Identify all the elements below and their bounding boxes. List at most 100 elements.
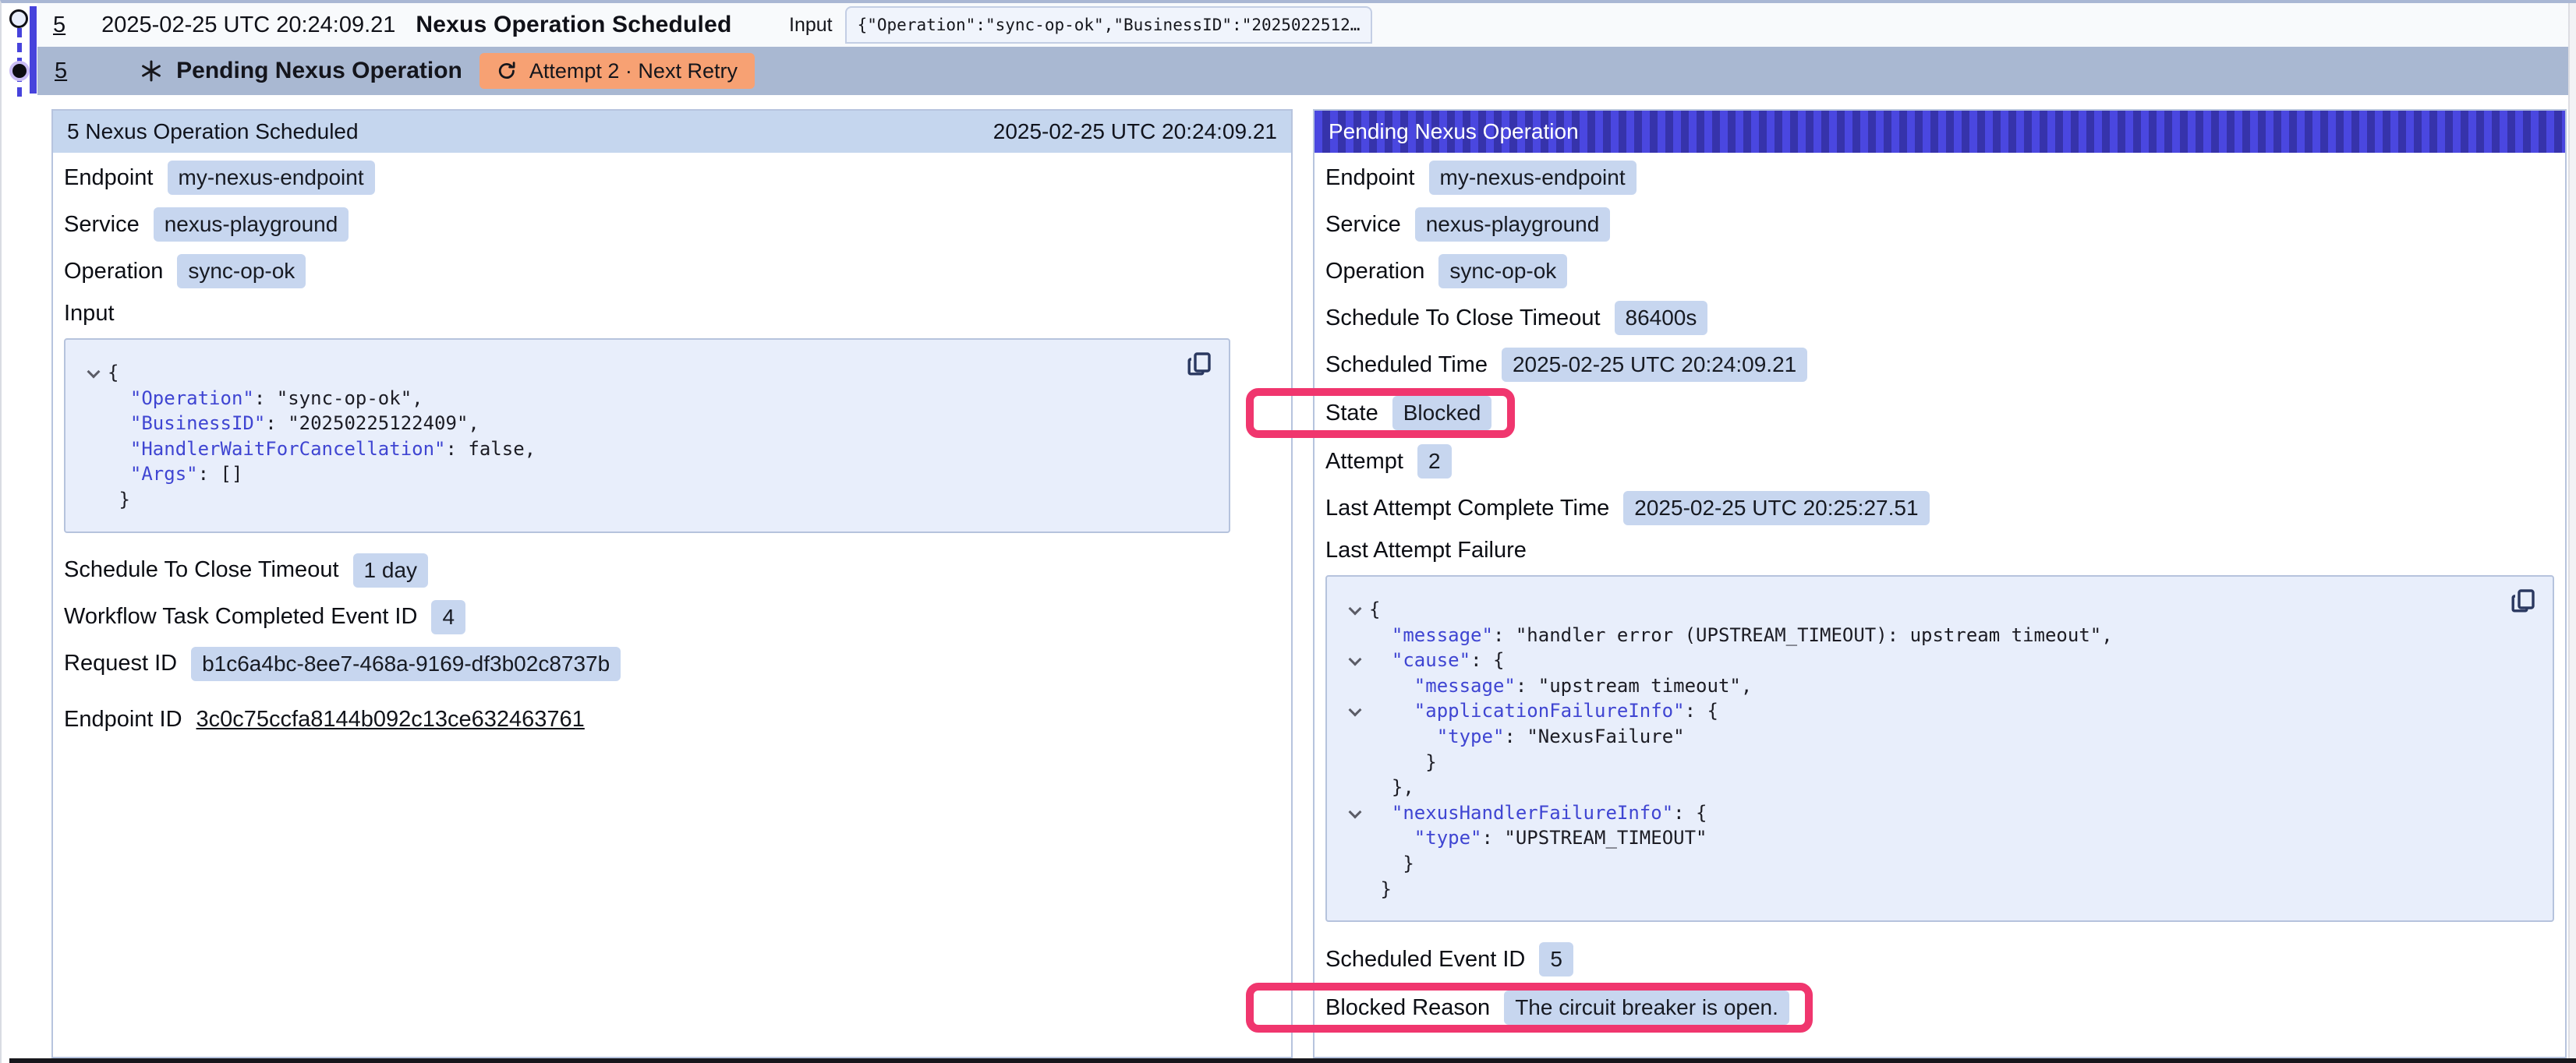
scheduled-panel-body: Endpointmy-nexus-endpointServicenexus-pl… bbox=[53, 153, 1291, 737]
field-value-chip: 4 bbox=[431, 600, 465, 634]
field-row: Blocked ReasonThe circuit breaker is ope… bbox=[1325, 983, 2553, 1033]
field-value-chip: sync-op-ok bbox=[1438, 254, 1567, 288]
code-line: { bbox=[86, 360, 1213, 386]
field-label: Operation bbox=[64, 259, 163, 284]
field-value-chip: 2025-02-25 UTC 20:25:27.51 bbox=[1623, 491, 1929, 525]
code-line-gutter bbox=[1347, 825, 1369, 851]
field-label: State bbox=[1325, 401, 1378, 426]
input-section-label: Input bbox=[64, 301, 1279, 332]
code-text: "type": "NexusFailure" bbox=[1369, 724, 1685, 750]
code-line: "BusinessID": "20250225122409", bbox=[86, 411, 1213, 436]
code-line-gutter bbox=[1347, 648, 1369, 673]
field-value-chip: 86400s bbox=[1615, 301, 1708, 335]
field-label: Endpoint bbox=[1325, 165, 1415, 191]
field-row: StateBlocked bbox=[1325, 388, 2553, 438]
code-line: "message": "handler error (UPSTREAM_TIME… bbox=[1347, 623, 2537, 648]
code-line-gutter bbox=[1347, 597, 1369, 623]
code-line: "Args": [] bbox=[86, 461, 1213, 487]
field-row: Schedule To Close Timeout 86400s bbox=[1325, 301, 2553, 335]
code-line-gutter bbox=[1347, 851, 1369, 877]
code-text: "cause": { bbox=[1369, 648, 1504, 673]
field-row: Scheduled Time 2025-02-25 UTC 20:24:09.21 bbox=[1325, 348, 2553, 382]
field-row: Workflow Task Completed Event ID4 bbox=[64, 600, 1279, 634]
pending-event-title: Pending Nexus Operation bbox=[176, 58, 462, 84]
code-text: }, bbox=[1369, 775, 1414, 800]
field-label: Last Attempt Complete Time bbox=[1325, 496, 1609, 521]
field-row: Attempt 2 bbox=[1325, 444, 2553, 479]
code-line-gutter bbox=[1347, 698, 1369, 724]
code-line-gutter bbox=[1347, 724, 1369, 750]
field-label: Blocked Reason bbox=[1325, 995, 1490, 1021]
code-text: "applicationFailureInfo": { bbox=[1369, 698, 1718, 724]
code-text: } bbox=[1369, 851, 1414, 877]
code-text: } bbox=[108, 487, 130, 513]
chevron-down-icon[interactable] bbox=[1349, 602, 1362, 616]
vertical-scrollbar[interactable] bbox=[2568, 3, 2576, 1058]
code-line: } bbox=[1347, 750, 2537, 775]
code-line: "type": "NexusFailure" bbox=[1347, 724, 2537, 750]
event-rows: 5 2025-02-25 UTC 20:24:09.21 Nexus Opera… bbox=[2, 3, 2568, 95]
field-label: Scheduled Event ID bbox=[1325, 947, 1525, 973]
field-value-chip: my-nexus-endpoint bbox=[1429, 161, 1637, 195]
code-line: } bbox=[1347, 877, 2537, 902]
event-row-nexus-operation-scheduled[interactable]: 5 2025-02-25 UTC 20:24:09.21 Nexus Opera… bbox=[37, 3, 2568, 47]
code-line-gutter bbox=[1347, 800, 1369, 826]
last-attempt-failure-label: Last Attempt Failure bbox=[1325, 538, 2553, 569]
chevron-down-icon[interactable] bbox=[1349, 653, 1362, 666]
clockwise-arrow-icon bbox=[497, 61, 517, 81]
chevron-down-icon[interactable] bbox=[1349, 805, 1362, 818]
event-id-link[interactable]: 5 bbox=[53, 12, 65, 38]
panel-title: Pending Nexus Operation bbox=[1329, 119, 1579, 144]
code-line: { bbox=[1347, 597, 2537, 623]
code-text: "Operation": "sync-op-ok", bbox=[108, 386, 423, 411]
code-text: "message": "handler error (UPSTREAM_TIME… bbox=[1369, 623, 2113, 648]
code-line: "message": "upstream timeout", bbox=[1347, 673, 2537, 699]
field-row: Endpoint my-nexus-endpoint bbox=[1325, 161, 2553, 195]
scheduled-panel-header: 5 Nexus Operation Scheduled 2025-02-25 U… bbox=[53, 111, 1291, 153]
field-value-link[interactable]: 3c0c75ccfa8144b092c13ce632463761 bbox=[196, 707, 585, 733]
field-value-chip: 2 bbox=[1417, 444, 1452, 479]
code-text: } bbox=[1369, 750, 1437, 775]
field-value-chip: 2025-02-25 UTC 20:24:09.21 bbox=[1502, 348, 1807, 382]
code-line-gutter bbox=[86, 436, 108, 462]
scheduled-event-detail-panel: 5 Nexus Operation Scheduled 2025-02-25 U… bbox=[51, 109, 1293, 1058]
code-line-gutter bbox=[86, 461, 108, 487]
filled-dot-icon bbox=[9, 61, 30, 81]
code-text: } bbox=[1369, 877, 1392, 902]
field-label: Operation bbox=[1325, 259, 1424, 284]
field-value-chip: sync-op-ok bbox=[177, 254, 306, 288]
copy-icon[interactable] bbox=[2511, 588, 2537, 614]
field-row: Schedule To Close Timeout1 day bbox=[64, 553, 1279, 588]
copy-icon[interactable] bbox=[1187, 351, 1213, 377]
code-line-gutter bbox=[86, 360, 108, 386]
field-value-chip: 1 day bbox=[353, 553, 429, 588]
field-label: Schedule To Close Timeout bbox=[1325, 305, 1601, 331]
pink-highlight-annotation: StateBlocked bbox=[1246, 388, 1515, 438]
panel-timestamp: 2025-02-25 UTC 20:24:09.21 bbox=[993, 119, 1277, 144]
code-line: } bbox=[1347, 851, 2537, 877]
code-line: "HandlerWaitForCancellation": false, bbox=[86, 436, 1213, 462]
event-row-pending-nexus-operation[interactable]: 5 Pending Nexus Operation Attempt 2 · Ne… bbox=[37, 47, 2568, 95]
asterisk-icon bbox=[140, 60, 162, 82]
chevron-down-icon[interactable] bbox=[1349, 704, 1362, 717]
code-line-gutter bbox=[86, 487, 108, 513]
code-text: "nexusHandlerFailureInfo": { bbox=[1369, 800, 1707, 826]
event-id-link[interactable]: 5 bbox=[55, 58, 67, 84]
code-line: } bbox=[86, 487, 1213, 513]
event-timestamp: 2025-02-25 UTC 20:24:09.21 bbox=[101, 12, 395, 38]
field-row: Operation sync-op-ok bbox=[1325, 254, 2553, 288]
temporal-event-history-screen: 5 2025-02-25 UTC 20:24:09.21 Nexus Opera… bbox=[0, 0, 2576, 1063]
code-text: "type": "UPSTREAM_TIMEOUT" bbox=[1369, 825, 1707, 851]
field-row: Endpoint ID3c0c75ccfa8144b092c13ce632463… bbox=[64, 703, 1279, 737]
code-line: "nexusHandlerFailureInfo": { bbox=[1347, 800, 2537, 826]
code-line: "applicationFailureInfo": { bbox=[1347, 698, 2537, 724]
field-row: Servicenexus-playground bbox=[64, 207, 1279, 242]
code-line-gutter bbox=[1347, 775, 1369, 800]
pending-nexus-operation-panel: Pending Nexus Operation Endpoint my-nexus… bbox=[1313, 109, 2567, 1058]
field-value-chip: nexus-playground bbox=[1415, 207, 1611, 242]
input-preview-chip[interactable]: {"Operation":"sync-op-ok","BusinessID":"… bbox=[845, 6, 1373, 44]
chevron-down-icon[interactable] bbox=[87, 366, 101, 379]
pending-panel-header: Pending Nexus Operation bbox=[1315, 111, 2565, 153]
field-label: Scheduled Time bbox=[1325, 352, 1488, 378]
field-label: Attempt bbox=[1325, 449, 1403, 475]
